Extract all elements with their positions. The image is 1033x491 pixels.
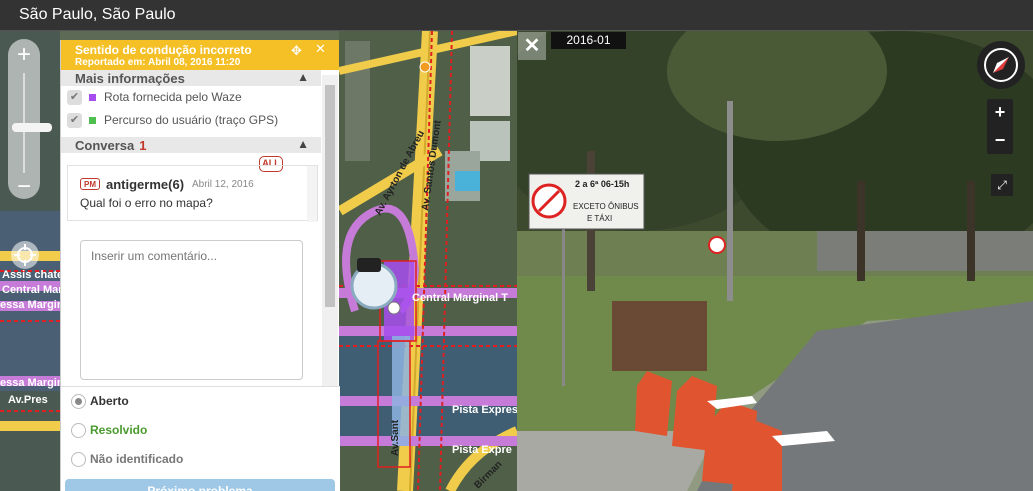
waze-route-toggle[interactable]: ✔ Rota fornecida pelo Waze xyxy=(61,86,321,109)
sign-text-taxi: E TÁXI xyxy=(587,214,612,223)
map-zoom-control: + − xyxy=(8,39,52,201)
status-open-option[interactable]: Aberto xyxy=(71,393,271,411)
label-pista-expre: Pista Expre xyxy=(452,444,512,456)
pm-icon[interactable]: PM xyxy=(80,178,100,190)
status-unidentified-label: Não identificado xyxy=(90,452,184,466)
problem-header: Sentido de condução incorreto Reportado … xyxy=(61,40,339,70)
map-zoom-out-button[interactable]: − xyxy=(8,173,40,201)
status-section: Aberto Resolvido Não identificado Próxim… xyxy=(61,386,340,491)
comment-text: Qual foi o erro no mapa? xyxy=(80,196,213,210)
conversation-count: 1 xyxy=(139,138,147,153)
locate-button[interactable] xyxy=(11,241,39,269)
next-problem-button[interactable]: Próximo problema xyxy=(65,479,335,491)
street-view-photo[interactable]: 2 a 6ª 06-15h EXCETO ÔNIBUS E TÁXI xyxy=(517,31,1033,491)
label-av-sant: Av.Sant xyxy=(390,419,401,456)
map-zoom-slider-handle[interactable] xyxy=(12,123,52,132)
label-av-pres: Av.Pres xyxy=(8,394,48,406)
label-margina-left-2: essa Margin xyxy=(0,377,64,389)
compass-icon[interactable] xyxy=(977,41,1025,89)
label-margina-left: essa Margin xyxy=(0,299,64,311)
conversation-header[interactable]: Conversa 1 ▲ xyxy=(61,137,321,153)
problem-panel: Sentido de condução incorreto Reportado … xyxy=(60,40,340,491)
comment-author[interactable]: antigerme(6) xyxy=(106,177,184,192)
fullscreen-icon[interactable]: ⤢ xyxy=(991,174,1013,196)
user-route-toggle[interactable]: ✔ Percurso do usuário (traço GPS) xyxy=(61,109,321,132)
waze-route-label: Rota fornecida pelo Waze xyxy=(104,90,242,104)
street-view[interactable]: 2 a 6ª 06-15h EXCETO ÔNIBUS E TÁXI ✕ 201… xyxy=(517,31,1033,491)
label-central-marginal-right: Central Marginal T xyxy=(412,292,508,304)
conversation-scrollbar[interactable] xyxy=(307,166,317,222)
checkbox-user-route[interactable]: ✔ xyxy=(67,113,82,128)
panel-scrollbar-thumb[interactable] xyxy=(325,85,335,307)
panel-scrollbar[interactable] xyxy=(322,75,338,387)
street-view-zoom: + − xyxy=(987,99,1013,154)
street-view-date: 2016-01 xyxy=(551,32,626,49)
more-info-header[interactable]: Mais informações ▲ xyxy=(61,70,321,86)
conversation-thread: PM antigerme(6) Abril 12, 2016 Qual foi … xyxy=(67,165,318,222)
comment-input[interactable] xyxy=(80,240,303,380)
checkbox-waze-route[interactable]: ✔ xyxy=(67,90,82,105)
chevron-up-icon[interactable]: ▲ xyxy=(297,137,309,151)
map-zoom-in-button[interactable]: + xyxy=(8,41,40,69)
radio-open[interactable] xyxy=(71,394,86,409)
status-unidentified-option[interactable]: Não identificado xyxy=(71,451,271,469)
crosshair-icon xyxy=(14,244,36,266)
close-icon[interactable]: ✕ xyxy=(315,41,326,57)
status-resolved-label: Resolvido xyxy=(90,423,148,437)
more-info-label: Mais informações xyxy=(75,71,185,86)
radio-resolved[interactable] xyxy=(71,423,86,438)
label-assis: Assis chate xyxy=(2,269,63,281)
comment-date: Abril 12, 2016 xyxy=(192,179,254,190)
street-view-zoom-out-button[interactable]: − xyxy=(987,127,1013,154)
conversation-label: Conversa 1 xyxy=(75,138,147,153)
center-on-problem-icon[interactable]: ✥ xyxy=(291,43,302,59)
radio-unidentified[interactable] xyxy=(71,452,86,467)
location-title: São Paulo, São Paulo xyxy=(19,6,176,23)
waze-route-swatch xyxy=(89,94,96,101)
problem-title: Sentido de condução incorreto xyxy=(75,43,252,57)
street-view-close-button[interactable]: ✕ xyxy=(518,32,546,60)
street-view-zoom-in-button[interactable]: + xyxy=(987,99,1013,126)
user-route-label: Percurso do usuário (traço GPS) xyxy=(104,113,279,127)
compass-needle-icon xyxy=(984,48,1018,82)
status-resolved-option[interactable]: Resolvido xyxy=(71,422,271,440)
sign-text-hours: 2 a 6ª 06-15h xyxy=(575,179,629,189)
sign-text-exceto: EXCETO ÔNIBUS xyxy=(573,202,639,211)
label-pista-expres: Pista Expres xyxy=(452,404,517,416)
top-bar: São Paulo, São Paulo xyxy=(0,0,1033,31)
reported-date: Reportado em: Abril 08, 2016 11:20 xyxy=(75,57,241,68)
user-route-swatch xyxy=(89,117,96,124)
chevron-up-icon[interactable]: ▲ xyxy=(297,70,309,84)
status-open-label: Aberto xyxy=(90,394,129,408)
